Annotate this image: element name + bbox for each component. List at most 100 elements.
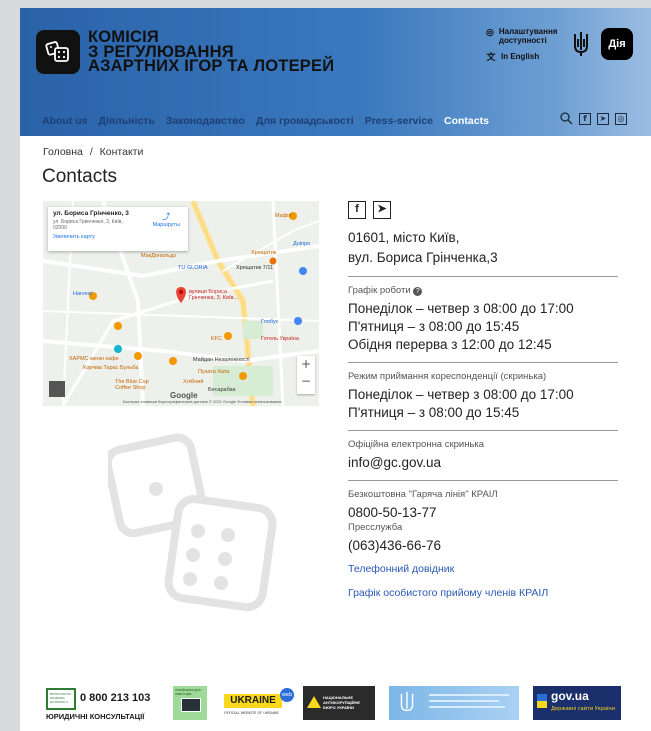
directions-label: Маршруты <box>152 222 180 228</box>
divider <box>348 480 618 481</box>
zoom-in-button[interactable]: + <box>297 356 315 373</box>
diia-label: Дія <box>608 38 626 50</box>
trident-icon[interactable] <box>571 30 591 58</box>
legal-aid-banner[interactable]: БЕЗОПЛАТНА ПРАВОВА ДОПОМОГА 0 800 213 10… <box>46 686 156 721</box>
telegram-icon[interactable]: ➤ <box>373 201 391 219</box>
facebook-icon[interactable]: f <box>579 112 591 125</box>
trident-icon <box>400 691 414 712</box>
map-label: KFC <box>211 336 222 342</box>
accessibility-label: Налаштування доступності <box>498 27 558 45</box>
mail-schedule-line: П'ятниця – з 08:00 до 15:45 <box>348 405 520 420</box>
contact-social: f ➤ <box>348 201 618 219</box>
hotline-label: Безкоштовна "Гаряча лінія" КРАІЛ <box>348 489 498 500</box>
map-label: Harvest <box>73 291 92 297</box>
diia-button[interactable]: Дія <box>601 28 633 60</box>
commission-name[interactable]: КОМІСІЯ З РЕГУЛЮВАННЯ АЗАРТНИХ ІГОР ТА Л… <box>88 29 335 75</box>
map-info-card: ул. Бориса Грінченко, 3 ул. Бориса Гринч… <box>48 207 188 251</box>
phone-directory-link[interactable]: Телефонний довідник <box>348 563 618 575</box>
instagram-icon[interactable]: ◎ <box>615 112 627 125</box>
gov-ua-banner[interactable]: gov.ua Державні сайти України <box>533 686 621 720</box>
translate-icon: 文 <box>486 52 496 62</box>
nav-about-us[interactable]: About us <box>42 115 88 127</box>
nabu-logo-icon <box>307 696 321 708</box>
investor-platform-label: платформа для інвесторів <box>175 688 201 696</box>
help-icon: ? <box>413 287 423 296</box>
map-zoom-controls: + − <box>297 356 315 394</box>
commission-logo-icon[interactable] <box>36 30 80 74</box>
directions-button[interactable]: ⤴ Маршруты <box>153 211 180 228</box>
ukraine-label: UKRAINE <box>224 694 282 708</box>
address: 01601, місто Київ, вул. Бориса Грінченка… <box>348 228 618 268</box>
press-phone[interactable]: (063)436-66-76 <box>348 537 618 555</box>
map-label: TU GLORIA <box>178 265 208 271</box>
map-label: Хлібний <box>183 379 204 385</box>
facebook-icon[interactable]: f <box>348 201 366 219</box>
map-pin-label: вулиця Бориса Грінченка, 3, Київ... <box>189 289 239 301</box>
schedule-line: П'ятниця – з 08:00 до 15:45 <box>348 319 520 334</box>
map-label: Хрещатик 7/11 <box>236 265 274 271</box>
email-link[interactable]: info@gc.gov.ua <box>348 454 618 472</box>
map-card-subaddress: ул. Бориса Гринченко, 3, Київ, 02000 <box>53 219 123 231</box>
header-icons: f ➤ ◎ <box>560 112 627 125</box>
logo-line-3: АЗАРТНИХ ІГОР ТА ЛОТЕРЕЙ <box>88 57 335 75</box>
partners-bar: БЕЗОПЛАТНА ПРАВОВА ДОПОМОГА 0 800 213 10… <box>20 686 651 726</box>
google-map[interactable]: Мафія Дніпро Хрещатик МакДональдз TU GLO… <box>43 201 319 406</box>
flag-icon <box>537 694 547 708</box>
breadcrumb-separator: / <box>89 146 93 158</box>
breadcrumb-current: Контакти <box>99 146 144 158</box>
mail-schedule-line: Понеділок – четвер з 08:00 до 17:00 <box>348 387 574 402</box>
map-label: Корчма Тарас Бульба <box>83 365 139 371</box>
regulator-banner[interactable] <box>389 686 519 720</box>
divider <box>348 276 618 277</box>
nav-legislation[interactable]: Законодавство <box>166 115 245 127</box>
schedule-label: Графік роботи ? <box>348 285 618 296</box>
legal-aid-label: ЮРИДИЧНІ КОНСУЛЬТАЦІЇ <box>46 712 145 721</box>
hotline-phone[interactable]: 0800-50-13-77 <box>348 504 618 522</box>
enlarge-map-link[interactable]: Увеличить карту <box>53 234 183 240</box>
ukraine-sublabel: OFFICIAL WEBSITE OF UKRAINE <box>224 711 279 715</box>
mail-schedule-label: Режим приймання кореспонденції (скринька… <box>348 371 547 382</box>
header-tools: ◎ Налаштування доступності 文 In English <box>486 27 566 69</box>
regulator-text-line <box>429 706 505 708</box>
gov-ua-sublabel: Державні сайти України <box>551 706 615 712</box>
map-label: ХАРМС меню кафе <box>69 356 119 362</box>
press-label: Пресслужба <box>348 522 403 533</box>
reception-schedule-link[interactable]: Графік особистого прийому членів КРАІЛ <box>348 587 618 599</box>
map-label: Хрещатик <box>251 250 277 256</box>
map-label: Майдан Незалежності <box>193 357 250 363</box>
schedule-line: Обідня перерва з 12:00 до 12:45 <box>348 337 552 352</box>
language-switch-button[interactable]: 文 In English <box>486 52 566 62</box>
ukraine-badge: web <box>280 688 294 702</box>
nav-activity[interactable]: Діяльність <box>99 115 155 127</box>
breadcrumb: Головна / Контакти <box>43 146 147 158</box>
address-line-2: вул. Бориса Грінченка,3 <box>348 250 498 265</box>
gov-ua-label: gov.ua <box>551 689 589 703</box>
regulator-text-line <box>429 700 499 702</box>
divider <box>348 362 618 363</box>
search-icon[interactable] <box>560 112 573 125</box>
accessibility-settings-button[interactable]: ◎ Налаштування доступності <box>486 27 566 45</box>
schedule-label-text: Графік роботи <box>348 285 411 296</box>
nav-public[interactable]: Для громадськості <box>256 115 354 127</box>
main-nav: About us Діяльність Законодавство Для гр… <box>42 115 489 127</box>
ukraine-official-banner[interactable]: UKRAINE web OFFICIAL WEBSITE OF UKRAINE <box>224 686 294 720</box>
address-line-1: 01601, місто Київ, <box>348 230 460 245</box>
map-label: МакДональдз <box>141 253 176 259</box>
legal-aid-phone: 0 800 213 103 <box>80 692 151 704</box>
breadcrumb-home[interactable]: Головна <box>43 146 83 158</box>
schedule-line: Понеділок – четвер з 08:00 до 17:00 <box>348 301 574 316</box>
laptop-icon <box>181 698 201 712</box>
nav-press-service[interactable]: Press-service <box>365 115 433 127</box>
nav-contacts[interactable]: Contacts <box>444 115 489 127</box>
map-label: Глобус <box>261 319 279 325</box>
language-label: In English <box>501 52 540 61</box>
zoom-out-button[interactable]: − <box>297 373 315 390</box>
map-label: Дніпро <box>293 241 311 247</box>
page-title: Contacts <box>42 166 117 187</box>
dice-icon <box>108 433 277 612</box>
investor-platform-banner[interactable]: платформа для інвесторів <box>173 686 207 720</box>
eye-off-icon: ◎ <box>486 27 494 37</box>
telegram-icon[interactable]: ➤ <box>597 112 609 125</box>
map-label: The Blue Cup Coffee Shop <box>115 379 149 391</box>
nabu-banner[interactable]: НАЦІОНАЛЬНЕ АНТИКОРУПЦІЙНЕ БЮРО УКРАЇНИ <box>303 686 375 720</box>
